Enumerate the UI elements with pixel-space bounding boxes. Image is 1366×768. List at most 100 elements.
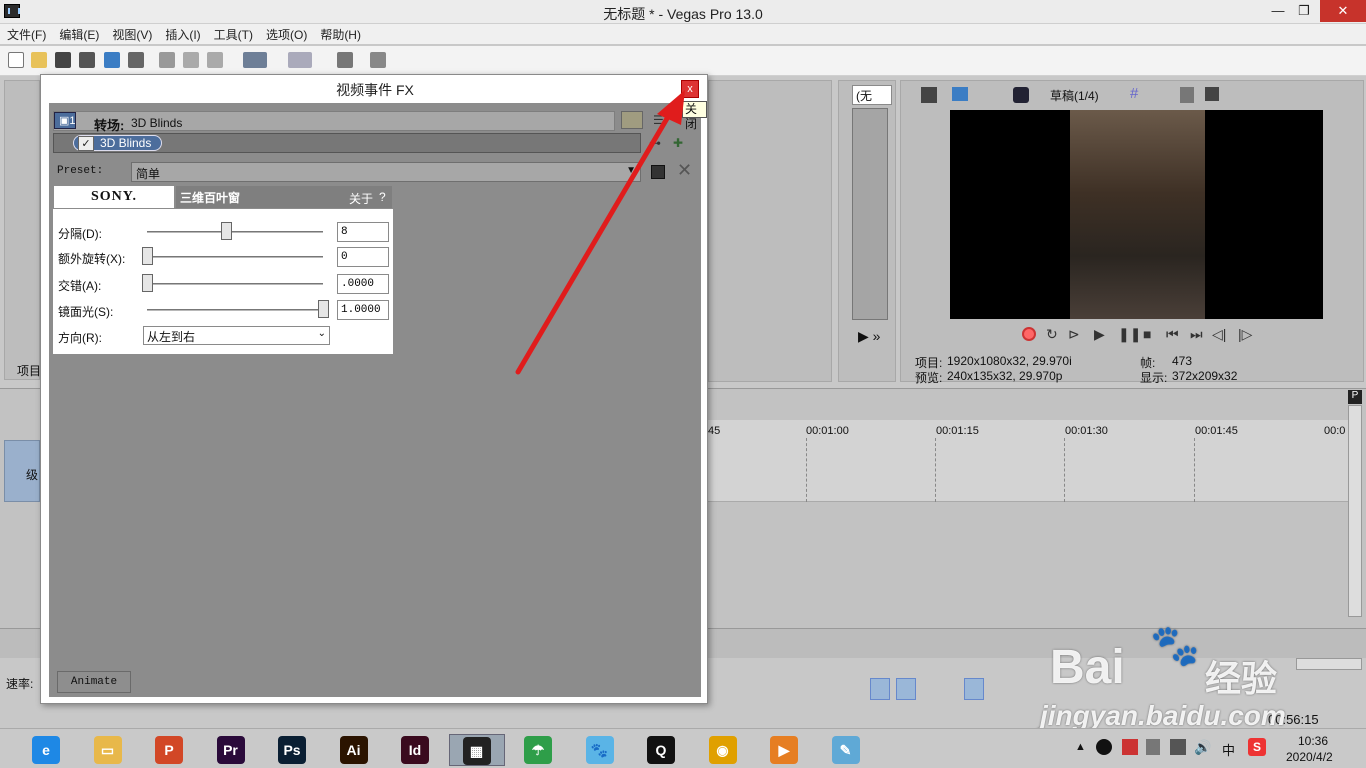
tray-battery-icon[interactable]	[1146, 739, 1160, 755]
transition-label: 转场:	[94, 118, 125, 133]
tray-volume-icon[interactable]: 🔊	[1194, 739, 1211, 756]
extra-rotation-slider-thumb[interactable]	[142, 247, 153, 265]
trim-icon[interactable]	[337, 52, 353, 68]
whats-this-icon[interactable]	[370, 52, 386, 68]
taskbar-photoshop-icon[interactable]: Ps	[264, 734, 320, 766]
stagger-input[interactable]	[337, 274, 389, 294]
taskbar-ie-icon[interactable]: e	[18, 734, 74, 766]
specular-input[interactable]	[337, 300, 389, 320]
trimmer-dropdown[interactable]: (无	[852, 85, 892, 105]
taskbar-explorer-icon[interactable]: ▭	[80, 734, 136, 766]
taskbar-qq-icon[interactable]: Q	[633, 734, 689, 766]
next-frame-icon[interactable]: |▷	[1238, 326, 1252, 343]
taskbar-notes-icon[interactable]: ✎	[818, 734, 874, 766]
tray-wifi-icon[interactable]	[1170, 739, 1186, 755]
properties-icon[interactable]	[128, 52, 144, 68]
normal-edit-tool-icon[interactable]	[870, 678, 890, 700]
loop-icon[interactable]: ↻	[1046, 326, 1058, 343]
taskbar-chrome-icon[interactable]: ◉	[695, 734, 751, 766]
snapping-icon[interactable]	[964, 678, 984, 700]
extra-rotation-input[interactable]	[337, 247, 389, 267]
separation-slider-thumb[interactable]	[221, 222, 233, 240]
undo-icon[interactable]	[243, 52, 267, 68]
timeline-p-button[interactable]: P	[1348, 390, 1362, 404]
preview-props-icon[interactable]	[921, 87, 937, 103]
preview-quality[interactable]: 草稿(1/4)	[1050, 87, 1099, 104]
copy-snapshot-icon[interactable]	[1180, 87, 1194, 103]
menu-help[interactable]: 帮助(H)	[313, 24, 367, 43]
menu-insert[interactable]: 插入(I)	[158, 24, 206, 43]
timeline-vertical-scrollbar[interactable]	[1348, 405, 1362, 617]
window-close-button[interactable]: ✕	[1320, 0, 1366, 22]
split-screen-icon[interactable]	[1013, 87, 1029, 103]
param-label-extra-rotation: 额外旋转(X):	[58, 252, 126, 266]
record-button[interactable]	[1022, 327, 1036, 341]
help-icon[interactable]: ?	[379, 190, 386, 204]
save-icon[interactable]	[55, 52, 71, 68]
fx-tab-3d-blinds[interactable]: ✓ 3D Blinds	[73, 135, 163, 151]
play-icon[interactable]: ▶	[1094, 326, 1105, 343]
tray-ime[interactable]: 中	[1222, 740, 1235, 759]
copy-icon[interactable]	[183, 52, 199, 68]
taskbar-vegas-icon[interactable]: ▦	[448, 734, 505, 766]
ruler-gridline	[935, 438, 936, 502]
about-link[interactable]: 关于	[349, 190, 373, 207]
envelope-tool-icon[interactable]	[896, 678, 916, 700]
tray-expand-icon[interactable]: ▲	[1075, 741, 1086, 753]
separation-slider-track[interactable]	[147, 231, 323, 233]
specular-slider-thumb[interactable]	[318, 300, 329, 318]
menu-edit[interactable]: 编辑(E)	[52, 24, 105, 43]
save-snapshot-icon[interactable]	[1205, 87, 1219, 101]
new-file-icon[interactable]	[8, 52, 24, 68]
separation-input[interactable]	[337, 222, 389, 242]
track-label: 级	[26, 468, 39, 482]
stagger-slider-track[interactable]	[147, 283, 323, 285]
notes-glyph: ✎	[831, 736, 860, 764]
go-to-end-icon[interactable]: ⏭	[1190, 326, 1203, 343]
taskbar-cat-app-icon[interactable]: 🐾	[572, 734, 628, 766]
play-from-start-icon[interactable]: ⊳	[1068, 326, 1080, 343]
illustrator-glyph: Ai	[339, 736, 368, 764]
fx-enabled-checkbox[interactable]: ✓	[78, 136, 94, 151]
tray-time[interactable]: 10:36	[1298, 734, 1328, 748]
animate-button[interactable]: Animate	[57, 671, 131, 693]
pause-icon[interactable]: ❚❚	[1118, 326, 1141, 343]
left-panel-tab[interactable]: 项目	[17, 362, 41, 379]
timeline-ruler[interactable]	[708, 420, 1348, 502]
display-label: 显示:	[1140, 371, 1168, 385]
taskbar-indesign-icon[interactable]: Id	[387, 734, 443, 766]
taskbar-umbrella-app-icon[interactable]: ☂	[510, 734, 566, 766]
prev-frame-icon[interactable]: ◁|	[1212, 326, 1226, 343]
tray-network-icon[interactable]	[1122, 739, 1138, 755]
go-to-start-icon[interactable]: ⏮	[1166, 326, 1179, 343]
redo-icon[interactable]	[288, 52, 312, 68]
taskbar-player-icon[interactable]: ▶	[756, 734, 812, 766]
tray-sogou-icon[interactable]: S	[1248, 738, 1266, 756]
external-monitor-icon[interactable]	[952, 87, 968, 101]
trimmer-play-icon[interactable]: ▶ »	[858, 328, 880, 345]
paste-icon[interactable]	[207, 52, 223, 68]
open-folder-icon[interactable]	[31, 52, 47, 68]
annotation-arrow	[515, 90, 685, 375]
menu-options[interactable]: 选项(O)	[259, 24, 313, 43]
direction-select[interactable]: 从左到右 ⌄	[143, 326, 330, 345]
taskbar-illustrator-icon[interactable]: Ai	[326, 734, 382, 766]
zoom-controls[interactable]	[1296, 658, 1362, 670]
menu-tools[interactable]: 工具(T)	[207, 24, 259, 43]
cut-icon[interactable]	[159, 52, 175, 68]
menu-file[interactable]: 文件(F)	[0, 24, 52, 43]
preview-image	[1070, 110, 1205, 319]
grid-overlay-icon[interactable]: #	[1130, 86, 1146, 103]
extra-rotation-slider-track[interactable]	[147, 256, 323, 258]
tray-date[interactable]: 2020/4/2	[1286, 750, 1333, 764]
taskbar-powerpoint-icon[interactable]: P	[141, 734, 197, 766]
save-as-icon[interactable]	[79, 52, 95, 68]
menu-view[interactable]: 视图(V)	[105, 24, 158, 43]
render-icon[interactable]	[104, 52, 120, 68]
player-glyph: ▶	[770, 736, 798, 764]
stagger-slider-thumb[interactable]	[142, 274, 153, 292]
taskbar-premiere-icon[interactable]: Pr	[203, 734, 259, 766]
stop-icon[interactable]: ■	[1143, 326, 1151, 342]
tray-qq-icon[interactable]	[1096, 739, 1112, 755]
specular-slider-track[interactable]	[147, 309, 323, 311]
